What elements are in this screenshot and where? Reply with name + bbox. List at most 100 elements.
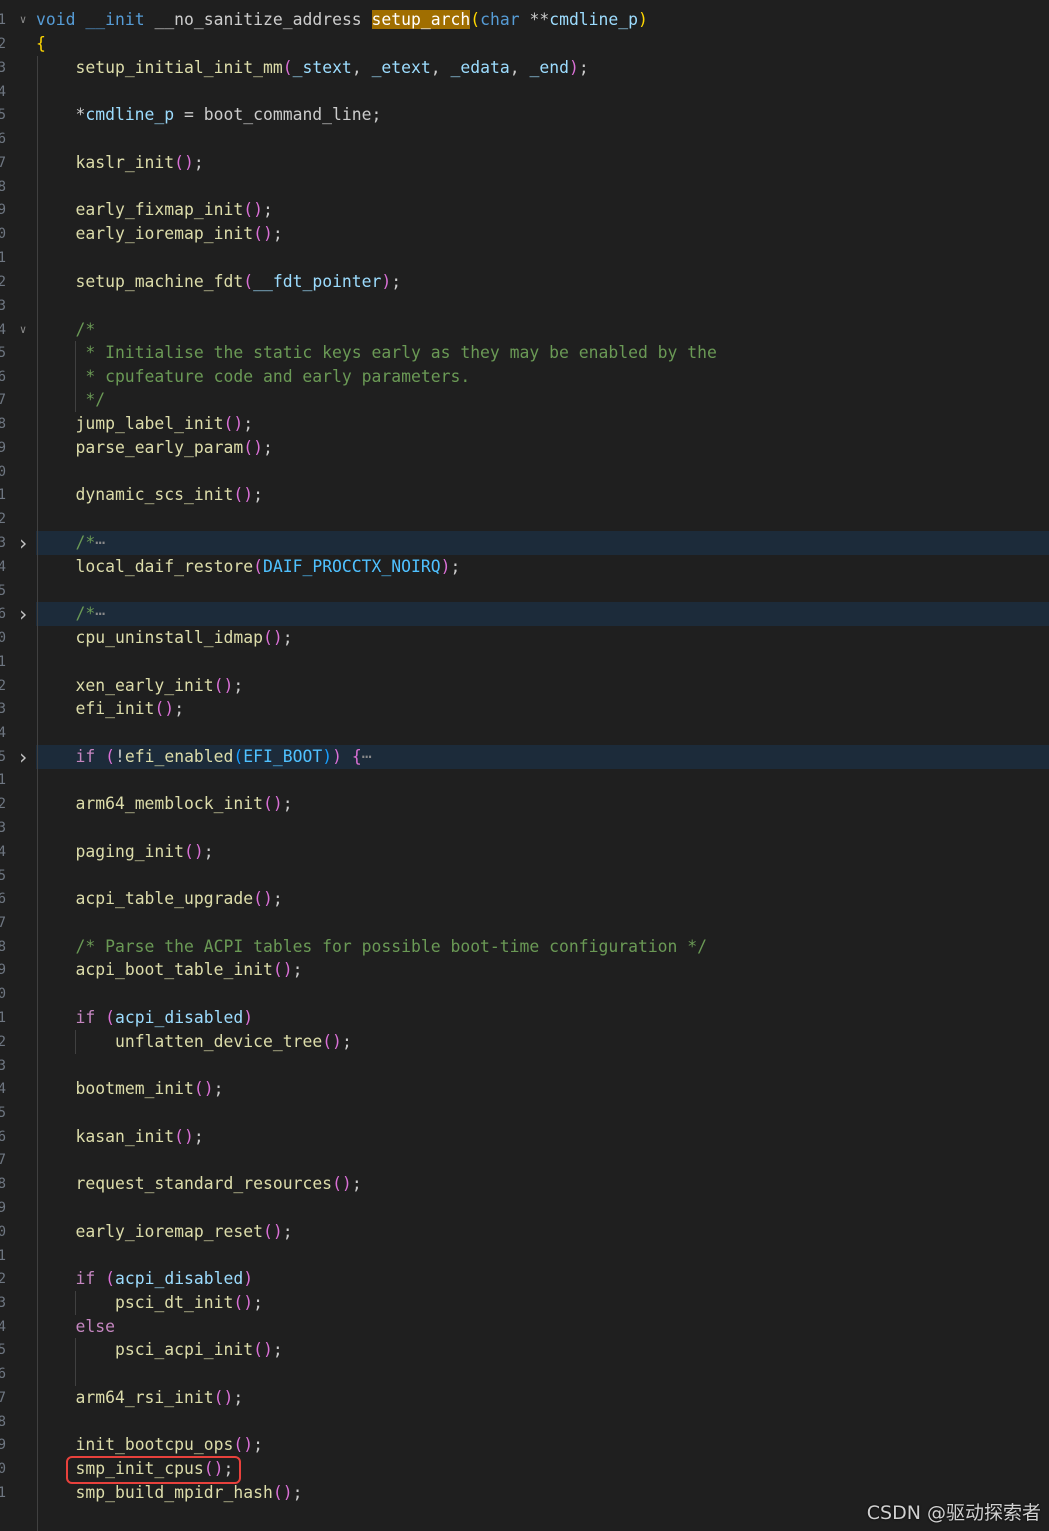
code-line[interactable]: kasan_init(); — [36, 1125, 1049, 1149]
code-line[interactable] — [36, 80, 1049, 104]
line-number: 46 — [0, 891, 6, 907]
code-line[interactable]: request_standard_resources(); — [36, 1172, 1049, 1196]
code-line[interactable]: void __init __no_sanitize_address setup_… — [36, 8, 1049, 32]
code-line[interactable] — [36, 982, 1049, 1006]
fold-collapsed-chevron-icon[interactable]: › — [15, 745, 31, 769]
code-line[interactable]: unflatten_device_tree(); — [36, 1030, 1049, 1054]
code-line[interactable]: if (acpi_disabled) — [36, 1006, 1049, 1030]
code-line[interactable]: if (acpi_disabled) — [36, 1267, 1049, 1291]
code-line[interactable]: arm64_rsi_init(); — [36, 1386, 1049, 1410]
code-line[interactable]: init_bootcpu_ops(); — [36, 1433, 1049, 1457]
code-line[interactable]: kaslr_init(); — [36, 151, 1049, 175]
code-token: ( — [243, 272, 254, 291]
code-token: , — [509, 58, 530, 77]
code-line[interactable]: else — [36, 1315, 1049, 1339]
code-line[interactable]: acpi_table_upgrade(); — [36, 887, 1049, 911]
code-line[interactable]: *cmdline_p = boot_command_line; — [36, 103, 1049, 127]
line-number: 47 — [0, 915, 6, 931]
code-token: __init — [85, 10, 145, 29]
line-number-gutter[interactable]: 1∨234567891011121314∨151617181920212223›… — [0, 0, 36, 1531]
code-line[interactable]: { — [36, 32, 1049, 56]
code-line[interactable]: efi_init(); — [36, 697, 1049, 721]
code-line[interactable]: acpi_boot_table_init(); — [36, 958, 1049, 982]
code-line[interactable]: */ — [36, 388, 1049, 412]
code-line[interactable] — [36, 1196, 1049, 1220]
code-line[interactable]: psci_acpi_init(); — [36, 1338, 1049, 1362]
code-token: parse_early_param — [75, 438, 244, 457]
code-line[interactable] — [36, 911, 1049, 935]
code-token: ; — [263, 200, 273, 219]
code-line[interactable]: cpu_uninstall_idmap(); — [36, 626, 1049, 650]
folded-code-line[interactable]: /*⋯ — [36, 531, 1049, 555]
line-number: 23 — [0, 535, 6, 551]
code-line[interactable] — [36, 864, 1049, 888]
code-line[interactable] — [36, 1054, 1049, 1078]
code-line[interactable] — [36, 1410, 1049, 1434]
code-line[interactable]: /* — [36, 318, 1049, 342]
code-line[interactable] — [36, 1101, 1049, 1125]
fold-collapsed-chevron-icon[interactable]: › — [15, 531, 31, 555]
code-token: ( — [105, 747, 115, 766]
code-line[interactable] — [36, 579, 1049, 603]
code-line[interactable]: local_daif_restore(DAIF_PROCCTX_NOIRQ); — [36, 555, 1049, 579]
code-token: arm64_rsi_init — [75, 1388, 214, 1407]
fold-expanded-chevron-icon[interactable]: ∨ — [15, 8, 31, 32]
code-token: early_ioremap_reset — [75, 1222, 263, 1241]
code-line[interactable]: early_ioremap_init(); — [36, 222, 1049, 246]
code-line[interactable]: * cpufeature code and early parameters. — [36, 365, 1049, 389]
code-line[interactable] — [36, 460, 1049, 484]
code-line[interactable]: psci_dt_init(); — [36, 1291, 1049, 1315]
code-line[interactable]: setup_initial_init_mm(_stext, _etext, _e… — [36, 56, 1049, 80]
line-number: 55 — [0, 1105, 6, 1121]
code-line[interactable] — [36, 294, 1049, 318]
line-number: 14 — [0, 322, 6, 338]
code-token: () — [262, 1222, 283, 1241]
code-line[interactable]: early_fixmap_init(); — [36, 198, 1049, 222]
code-line[interactable]: early_ioremap_reset(); — [36, 1220, 1049, 1244]
code-token: ; — [213, 1079, 224, 1098]
code-line[interactable] — [36, 650, 1049, 674]
code-line[interactable]: /* Parse the ACPI tables for possible bo… — [36, 935, 1049, 959]
code-line[interactable] — [36, 1148, 1049, 1172]
code-line[interactable]: bootmem_init(); — [36, 1077, 1049, 1101]
code-token: ( — [105, 1269, 115, 1288]
folded-code-line[interactable]: if (!efi_enabled(EFI_BOOT)) {⋯ — [36, 745, 1049, 769]
code-token: __fdt_pointer — [253, 272, 382, 291]
code-line[interactable] — [36, 507, 1049, 531]
code-line[interactable]: * Initialise the static keys early as th… — [36, 341, 1049, 365]
line-number: 35 — [0, 749, 6, 765]
code-token: ; — [282, 1222, 293, 1241]
code-line[interactable] — [36, 816, 1049, 840]
code-token: ; — [253, 1293, 263, 1312]
code-line[interactable] — [36, 246, 1049, 270]
code-token: ; — [282, 628, 293, 647]
code-line[interactable]: arm64_memblock_init(); — [36, 792, 1049, 816]
line-number: 21 — [0, 487, 6, 503]
code-token: void — [36, 10, 76, 29]
code-line[interactable]: jump_label_init(); — [36, 412, 1049, 436]
code-line[interactable] — [36, 768, 1049, 792]
code-line[interactable] — [36, 175, 1049, 199]
fold-collapsed-chevron-icon[interactable]: › — [15, 602, 31, 626]
code-token: ; — [253, 485, 263, 504]
fold-expanded-chevron-icon[interactable]: ∨ — [15, 318, 31, 342]
code-line[interactable] — [36, 1244, 1049, 1268]
code-line[interactable] — [36, 127, 1049, 151]
code-line[interactable] — [36, 1362, 1049, 1386]
code-token: init_bootcpu_ops — [75, 1435, 234, 1454]
code-line[interactable]: paging_init(); — [36, 840, 1049, 864]
code-line[interactable]: dynamic_scs_init(); — [36, 483, 1049, 507]
code-token: ) — [322, 747, 333, 766]
code-line[interactable]: parse_early_param(); — [36, 436, 1049, 460]
code-line[interactable]: setup_machine_fdt(__fdt_pointer); — [36, 270, 1049, 294]
code-line[interactable] — [36, 721, 1049, 745]
code-line[interactable]: xen_early_init(); — [36, 674, 1049, 698]
line-number: 52 — [0, 1034, 6, 1050]
code-editor[interactable]: 1∨234567891011121314∨151617181920212223›… — [0, 0, 1049, 1531]
folded-code-line[interactable]: /*⋯ — [36, 602, 1049, 626]
code-token: () — [184, 842, 204, 861]
